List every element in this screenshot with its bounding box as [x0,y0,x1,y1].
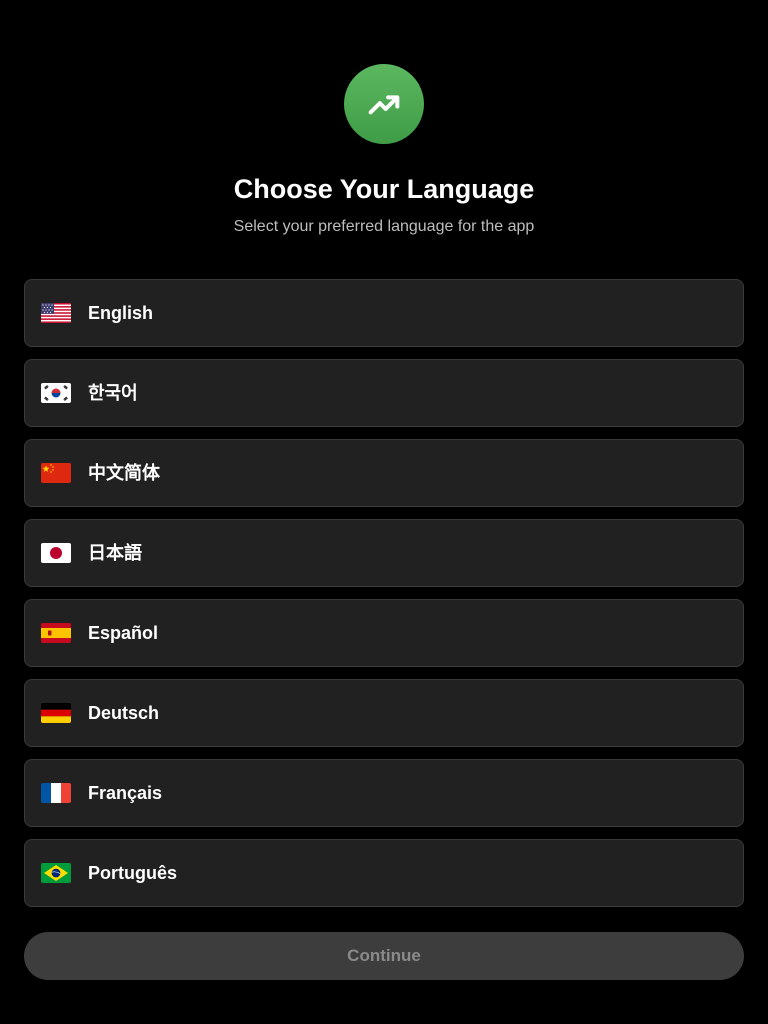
continue-button[interactable]: Continue [24,932,744,980]
app-logo [344,64,424,144]
de-flag-icon [41,703,71,723]
page-subtitle: Select your preferred language for the a… [233,218,535,235]
language-label: English [88,303,154,323]
language-option-portuguese[interactable]: Português [24,839,744,907]
jp-flag-icon [41,543,71,563]
language-option-korean[interactable]: 한국어 [24,359,744,427]
language-label: Português [88,863,178,883]
language-label: Deutsch [88,703,160,723]
fr-flag-icon [41,783,71,803]
br-flag-icon [41,863,71,883]
language-label: Français [88,783,163,803]
us-flag-icon [41,303,71,323]
es-flag-icon [41,623,71,643]
page-title: Choose Your Language [233,174,535,204]
language-option-japanese[interactable]: 日本語 [24,519,744,587]
language-selection-screen: Choose Your Language Select your preferr… [0,0,768,1024]
language-label: 日本語 [88,543,142,563]
kr-flag-icon [41,383,71,403]
language-option-chinese[interactable]: 中文简体 [24,439,744,507]
language-list: English 한국어 中文简体 日本語 Español Deutsch Fra… [24,279,744,919]
cn-flag-icon [41,463,71,483]
trending-up-icon [368,95,400,115]
language-option-german[interactable]: Deutsch [24,679,744,747]
language-option-spanish[interactable]: Español [24,599,744,667]
language-label: 中文简体 [88,463,160,483]
language-option-english[interactable]: English [24,279,744,347]
language-label: Español [88,623,159,643]
language-option-french[interactable]: Français [24,759,744,827]
language-label: 한국어 [88,383,138,403]
